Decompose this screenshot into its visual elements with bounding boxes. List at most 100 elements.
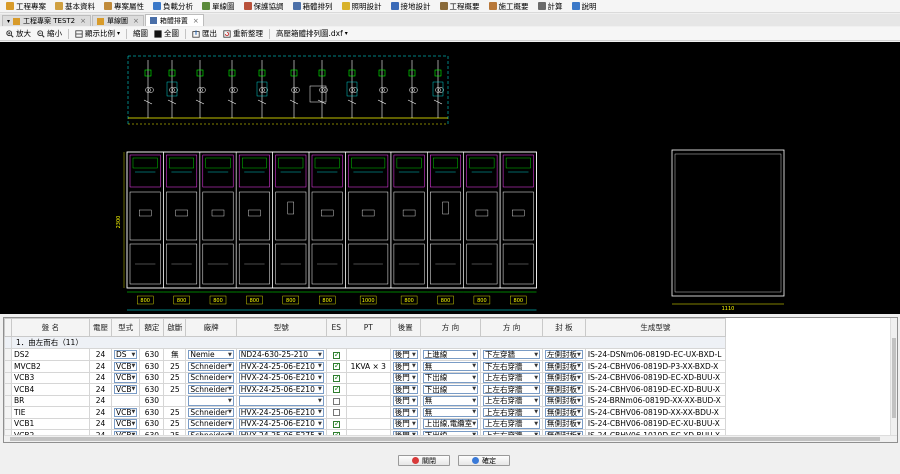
direction-2-cell-select[interactable]: 上左右穿牆▼ <box>483 373 541 383</box>
drawing-canvas[interactable]: 800 800 800 800 800 800 1000 800 800 800 800 2300 11… <box>0 42 900 314</box>
chevron-down-icon[interactable]: ▼ <box>412 398 416 404</box>
menu-item-shield[interactable]: 保護協調 <box>242 0 288 13</box>
chevron-down-icon[interactable]: ▼ <box>132 409 136 415</box>
chevron-down-icon[interactable]: ▼ <box>472 375 476 381</box>
close-icon[interactable]: × <box>80 17 86 25</box>
chevron-down-icon[interactable]: ▼ <box>577 421 581 427</box>
chevron-down-icon[interactable]: ▼ <box>472 409 476 415</box>
direction-cell-select[interactable]: 上出線,電纜室 ▼ <box>422 419 479 429</box>
rated-cell[interactable]: 630 <box>139 383 165 396</box>
direction-2-cell-select[interactable]: 上左右穿牆▼ <box>483 384 541 394</box>
column-header[interactable]: 生成型號 <box>584 318 726 337</box>
column-header[interactable]: 廠牌 <box>185 318 237 337</box>
type-cell-select[interactable]: VCB▼ <box>114 373 138 383</box>
column-header[interactable]: 額定 <box>139 318 165 337</box>
menu-item-calculator[interactable]: 計算 <box>536 0 567 13</box>
generated-model-cell[interactable]: IS-24-BRNm06-0819D-XX-XX-BUD-X <box>584 394 726 407</box>
rated-cell[interactable]: 630 <box>139 394 165 407</box>
scrollbar-thumb[interactable] <box>892 338 896 418</box>
direction-2-cell[interactable]: 上左右穿牆 ▼ <box>480 383 544 396</box>
brand-cell[interactable]: Schneider▼ <box>185 417 237 430</box>
row-header-cell[interactable] <box>4 348 12 361</box>
type-cell-select[interactable]: VCB▼ <box>114 419 138 429</box>
type-cell[interactable]: VCB▼ <box>110 371 141 384</box>
panel-name-cell[interactable]: DS2 <box>11 348 90 361</box>
brand-cell[interactable]: Schneider▼ <box>185 383 237 396</box>
direction-cell[interactable]: 無▼ <box>419 360 482 373</box>
chevron-down-icon[interactable]: ▼ <box>228 386 232 392</box>
es-cell[interactable] <box>325 360 347 373</box>
table-row[interactable]: MVCB2 24 VCB ▼ 630 25 Schneider ▼ HVX-24-25-06-E… <box>4 360 726 373</box>
chevron-down-icon[interactable]: ▼ <box>318 421 322 427</box>
chevron-down-icon[interactable]: ▼ <box>472 352 476 358</box>
table-row[interactable]: DS224DS▼630無Nemie▼ND24-630-25-210▼後門▼上進線… <box>4 348 726 361</box>
column-header[interactable]: 型號 <box>235 318 327 337</box>
chevron-down-icon[interactable]: ▼ <box>472 421 476 427</box>
direction-cell[interactable]: 無▼ <box>419 394 482 407</box>
brand-cell[interactable]: Schneider▼ <box>185 406 237 419</box>
seal-cell[interactable]: 無側封板▼ <box>542 394 586 407</box>
pt-cell[interactable] <box>345 417 391 430</box>
chevron-down-icon[interactable]: ▼ <box>228 363 232 369</box>
direction-2-cell[interactable]: 下左右穿牆 ▼ <box>480 360 544 373</box>
seal-cell-select[interactable]: 左側封板 ▼ <box>545 349 583 360</box>
direction-cell-select[interactable]: 下出線 ▼ <box>422 373 479 383</box>
model-cell-select[interactable]: HVX-24-25-06-E210 ▼ <box>238 407 324 417</box>
model-cell[interactable]: HVX-24-25-06-E210 ▼ <box>235 406 327 419</box>
row-header-cell[interactable] <box>4 360 12 373</box>
chevron-down-icon[interactable]: ▼ <box>577 363 581 369</box>
rated-cell[interactable]: 630 <box>139 360 165 373</box>
scale-dropdown[interactable]: 顯示比例 ▾ <box>72 28 123 40</box>
direction-2-cell[interactable]: 上左右穿牆 ▼ <box>480 417 544 430</box>
rear-cell[interactable]: 後門▼ <box>389 383 421 396</box>
rear-cell[interactable]: 後門▼ <box>389 371 421 384</box>
rear-cell-select[interactable]: 後門▼ <box>392 396 418 406</box>
direction-2-cell[interactable]: 下左穿牆 ▼ <box>480 348 544 361</box>
seal-cell-select[interactable]: 無側封板▼ <box>545 361 583 371</box>
es-cell[interactable] <box>325 348 347 361</box>
type-cell-select[interactable]: DS ▼ <box>114 349 138 360</box>
voltage-cell[interactable]: 24 <box>89 394 112 407</box>
close-button[interactable]: 關閉 <box>398 455 450 466</box>
menu-item-document[interactable]: 基本資料 <box>53 0 99 13</box>
direction-cell-select[interactable]: 無▼ <box>423 442 478 443</box>
chevron-down-icon[interactable]: ▼ <box>228 398 232 404</box>
breaking-cell[interactable]: 25 <box>163 406 187 419</box>
rear-cell[interactable]: 後門▼ <box>389 417 421 430</box>
chevron-down-icon[interactable]: ▼ <box>318 386 322 392</box>
pt-cell[interactable] <box>345 371 391 384</box>
rear-cell-select[interactable]: 後門▼ <box>392 361 418 371</box>
type-cell-select[interactable]: VCB▼ <box>114 407 138 417</box>
breaking-cell[interactable]: 25 <box>163 360 187 373</box>
generated-model-cell[interactable]: IS-24-CBHV06-0819D-EC-XU-BUU-X <box>584 417 726 430</box>
document-tab[interactable]: 單線圖 × <box>92 15 144 26</box>
seal-cell-select[interactable]: 無側封板▼ <box>545 373 583 383</box>
column-header[interactable]: ES <box>325 318 347 337</box>
model-cell-select[interactable]: ND24-630-25-210 ▼ <box>238 349 324 360</box>
type-cell[interactable]: VCB▼ <box>110 383 141 396</box>
chevron-down-icon[interactable]: ▼ <box>577 409 581 415</box>
model-cell[interactable]: HVX-24-25-06-E210 ▼ <box>235 360 327 373</box>
panel-name-cell[interactable]: MVCB2 <box>11 360 90 373</box>
seal-cell[interactable]: 無側封板▼ <box>542 360 586 373</box>
generated-model-cell[interactable]: IS-24-CBHV06-0819D-EC-XD-BUU-X <box>584 371 726 384</box>
seal-cell-select[interactable]: 無側封板▼ <box>545 384 583 394</box>
seal-cell[interactable]: 無側封板▼ <box>542 383 586 396</box>
brand-cell[interactable]: Schneider▼ <box>185 360 237 373</box>
model-cell-select[interactable]: HVX-24-25-06-E210 ▼ <box>238 361 324 371</box>
generated-model-cell[interactable]: IS-24-CBHV06-0819D-XX-XX-BDU-X <box>584 406 726 419</box>
chevron-down-icon[interactable]: ▼ <box>472 363 476 369</box>
column-header[interactable]: 電壓 <box>89 318 112 337</box>
pt-cell[interactable] <box>345 348 391 361</box>
row-header-cell[interactable] <box>4 417 12 430</box>
type-cell[interactable]: VCB▼ <box>110 417 141 430</box>
table-row[interactable]: BR 24 630 ▼ ▼ 後門 ▼ 無 ▼ 上左右穿牆 ▼ 無側封板 ▼ IS-24-BRNm06-08… <box>4 394 726 407</box>
direction-2-cell-select[interactable]: 上左右穿牆▼ <box>483 442 540 443</box>
chevron-down-icon[interactable]: ▼ <box>534 421 538 427</box>
document-tab[interactable]: 箱體排置 × <box>144 14 204 26</box>
direction-cell-select[interactable]: 下出線 ▼ <box>422 384 479 394</box>
checkbox-checked[interactable] <box>332 350 340 359</box>
panel-name-cell[interactable]: VCB1 <box>11 417 90 430</box>
seal-cell-select[interactable]: 無側封板▼ <box>545 396 583 406</box>
pt-cell[interactable] <box>345 394 391 407</box>
